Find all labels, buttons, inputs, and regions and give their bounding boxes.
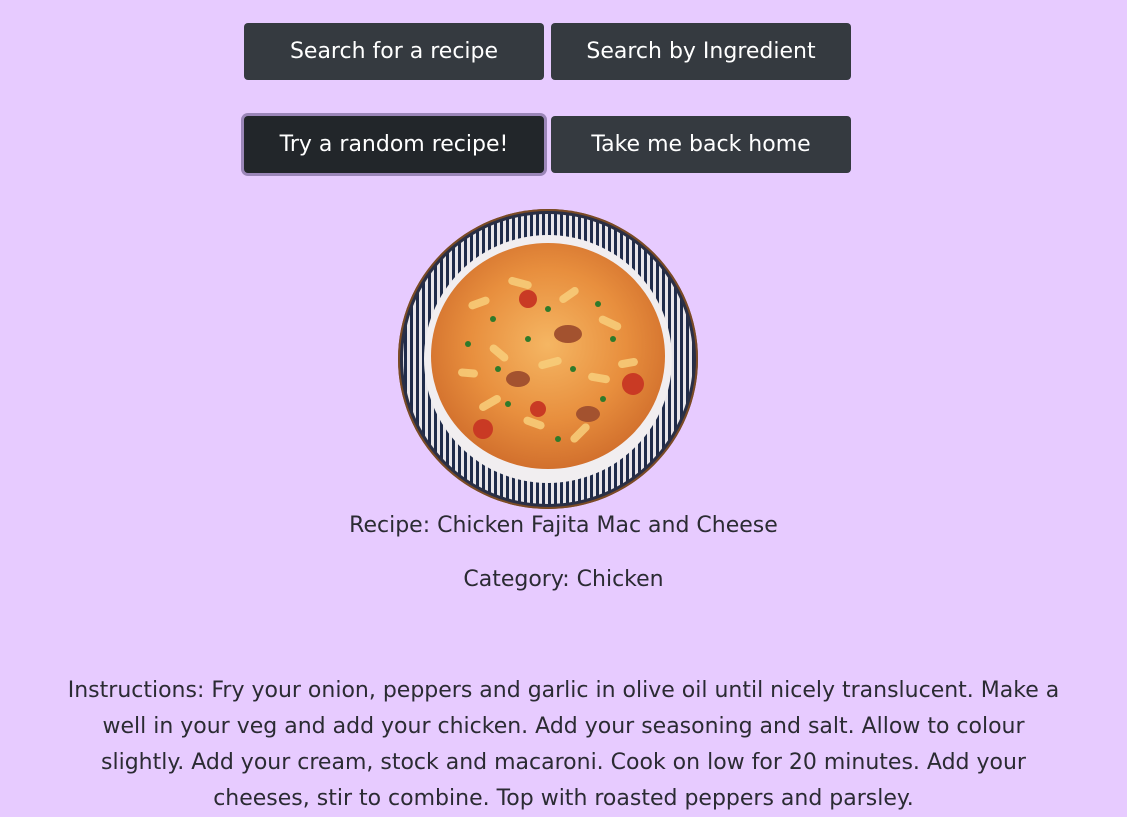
recipe-category: Category: Chicken	[463, 567, 664, 592]
home-button[interactable]: Take me back home	[551, 116, 851, 173]
recipe-title: Recipe: Chicken Fajita Mac and Cheese	[349, 513, 778, 538]
search-ingredient-button[interactable]: Search by Ingredient	[551, 23, 851, 80]
random-recipe-button[interactable]: Try a random recipe!	[244, 116, 544, 173]
recipe-instructions: Instructions: Fry your onion, peppers an…	[67, 678, 1060, 811]
recipe-image	[398, 209, 698, 509]
search-recipe-button[interactable]: Search for a recipe	[244, 23, 544, 80]
